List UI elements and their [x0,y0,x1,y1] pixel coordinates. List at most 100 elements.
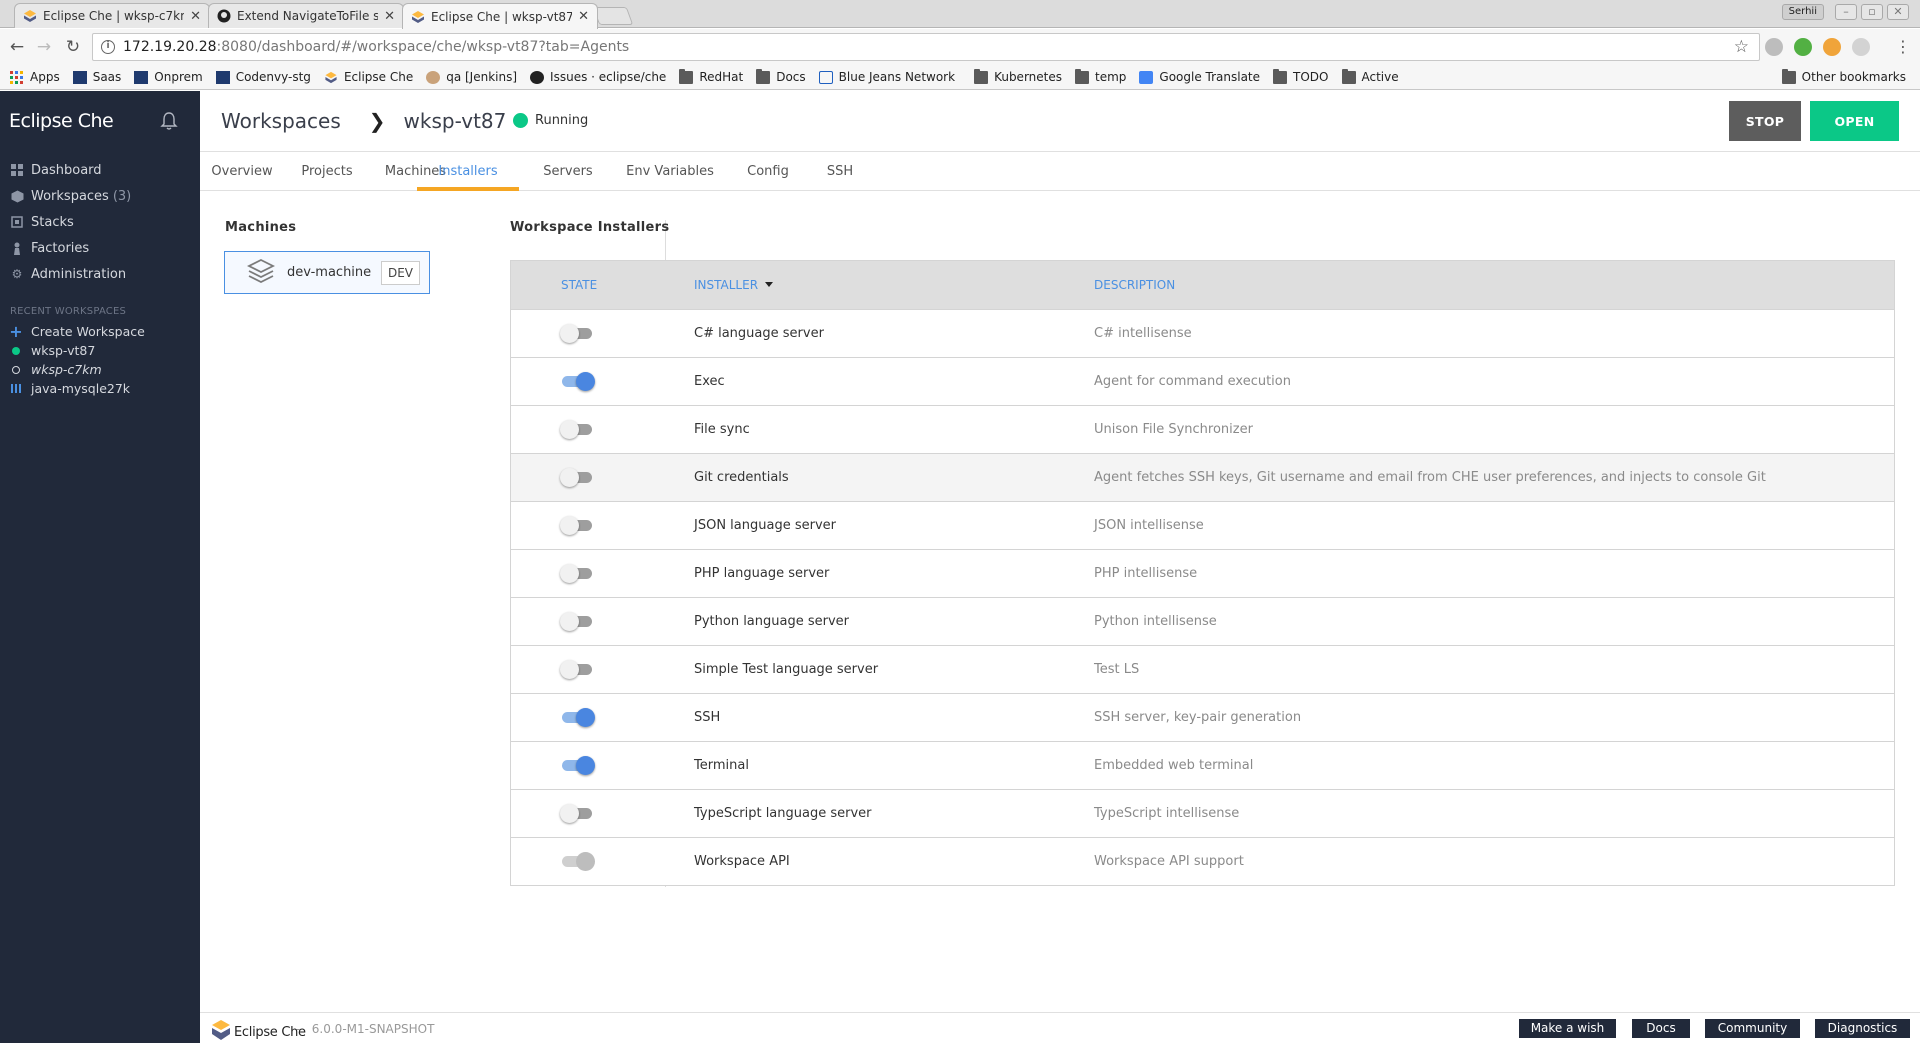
installer-description: Python intellisense [1094,614,1217,629]
installer-toggle-switch[interactable] [562,708,595,727]
bookmark-active[interactable]: Active [1341,68,1399,84]
browser-tab-2[interactable]: Extend NavigateToFile s ✕ [208,3,404,28]
table-row: PHP language server PHP intellisense [511,549,1894,597]
tab-servers[interactable]: Servers [533,153,603,191]
stacks-icon [10,215,24,229]
extension-icon-1[interactable] [1765,38,1783,56]
bookmark-blue-jeans[interactable]: Blue Jeans Network [818,70,955,84]
back-arrow-icon[interactable]: ← [7,37,27,57]
toggle-knob [560,564,579,583]
table-header: STATE INSTALLER DESCRIPTION [511,261,1894,309]
bookmark-kubernetes[interactable]: Kubernetes [974,68,1062,84]
installer-name: TypeScript language server [694,806,872,821]
installer-description: Agent fetches SSH keys, Git username and… [1094,470,1766,485]
bookmark-onprem[interactable]: Onprem [134,70,203,84]
maximize-window-button[interactable]: ▫ [1861,4,1883,20]
docs-button[interactable]: Docs [1632,1019,1690,1038]
recent-workspace-item[interactable]: wksp-c7km [0,360,200,379]
recent-workspaces-list: + Create Workspace wksp-vt87 wksp-c7km j… [0,322,200,398]
installer-toggle-switch[interactable] [562,756,595,775]
tab-installers[interactable]: Installers [417,153,519,191]
machine-item[interactable]: dev-machine DEV [224,251,430,294]
bookmark-eclipse-che[interactable]: Eclipse Che [324,70,413,84]
open-button[interactable]: OPEN [1810,101,1899,141]
installer-toggle-switch[interactable] [560,516,592,535]
stack-layers-icon [246,258,276,288]
recent-workspace-item[interactable]: wksp-vt87 [0,341,200,360]
bookmark-google-translate[interactable]: Google Translate [1139,70,1260,84]
workspace-tabs: Overview Projects Machines Installers Se… [200,153,1920,191]
installer-description: C# intellisense [1094,326,1192,341]
tab-config[interactable]: Config [739,153,797,191]
site-info-icon[interactable]: i [101,40,115,54]
installer-toggle-switch[interactable] [560,468,592,487]
bookmark-todo[interactable]: TODO [1273,68,1329,84]
bookmark-star-icon[interactable]: ☆ [1734,37,1749,57]
stop-button[interactable]: STOP [1729,101,1801,141]
bookmark-temp[interactable]: temp [1075,68,1126,84]
browser-user-badge[interactable]: Serhii [1781,4,1824,20]
bookmark-docs[interactable]: Docs [756,68,806,84]
table-row: Workspace API Workspace API support [511,837,1894,885]
installer-toggle-switch[interactable] [560,660,592,679]
close-tab-icon[interactable]: ✕ [384,9,395,24]
extension-icon-3[interactable] [1823,38,1841,56]
close-tab-icon[interactable]: ✕ [190,9,201,24]
browser-menu-icon[interactable]: ⋮ [1893,37,1913,57]
machine-dev-badge: DEV [380,261,420,285]
bookmark-apps[interactable]: Apps [10,70,60,84]
column-header-description[interactable]: DESCRIPTION [1094,278,1175,292]
sidebar-item-factories[interactable]: Factories [0,235,200,261]
extension-icon-4[interactable] [1852,38,1870,56]
browser-tab-1[interactable]: Eclipse Che | wksp-c7km ✕ [14,3,210,28]
recent-workspace-item[interactable]: java-mysqle27k [0,379,200,398]
sidebar-item-administration[interactable]: ⚙ Administration [0,261,200,287]
installer-toggle-switch [562,852,595,871]
bookmark-redhat[interactable]: RedHat [679,68,743,84]
sidebar-item-stacks[interactable]: Stacks [0,209,200,235]
footer-brand[interactable]: Eclipse Che [211,1019,306,1043]
installer-toggle-switch[interactable] [560,804,592,823]
minimize-window-button[interactable]: – [1835,4,1857,20]
tab-ssh[interactable]: SSH [813,153,867,191]
installer-toggle-switch[interactable] [560,564,592,583]
close-tab-icon[interactable]: ✕ [578,9,589,24]
diagnostics-button[interactable]: Diagnostics [1815,1019,1910,1038]
tab-overview[interactable]: Overview [208,153,276,191]
sidebar-item-dashboard[interactable]: Dashboard [0,157,200,183]
chevron-right-icon: ❯ [368,109,386,133]
column-header-state[interactable]: STATE [561,278,597,292]
installer-toggle-switch[interactable] [560,612,592,631]
new-tab-button[interactable] [592,7,634,25]
create-workspace-link[interactable]: + Create Workspace [0,322,200,341]
browser-tab-3[interactable]: Eclipse Che | wksp-vt87 ✕ [402,3,598,29]
installer-name: Terminal [694,758,749,773]
make-a-wish-button[interactable]: Make a wish [1519,1019,1616,1038]
sidebar-item-workspaces[interactable]: Workspaces (3) [0,183,200,209]
installer-name: JSON language server [694,518,836,533]
forward-arrow-icon[interactable]: → [34,37,54,57]
bell-icon[interactable] [160,111,178,131]
tab-projects[interactable]: Projects [292,153,362,191]
toggle-knob [560,660,579,679]
main-content: Workspaces ❯ wksp-vt87 Running STOP OPEN… [200,91,1920,1043]
bookmark-issues[interactable]: Issues · eclipse/che [530,70,666,84]
address-bar[interactable]: i 172.19.20.28:8080/dashboard/#/workspac… [92,33,1760,61]
reload-icon[interactable]: ↻ [63,37,83,57]
bookmark-codenvy-stg[interactable]: Codenvy-stg [215,70,311,84]
installer-toggle-switch[interactable] [560,324,592,343]
extension-icon-2[interactable] [1794,38,1812,56]
column-header-installer[interactable]: INSTALLER [694,278,774,292]
url-host: 172.19.20.28 [123,39,217,55]
installer-toggle-switch[interactable] [562,372,595,391]
community-button[interactable]: Community [1705,1019,1800,1038]
eclipse-che-favicon-icon [23,9,37,23]
breadcrumb-workspaces-link[interactable]: Workspaces [221,109,341,133]
other-bookmarks[interactable]: Other bookmarks [1781,68,1906,84]
tab-env-variables[interactable]: Env Variables [617,153,723,191]
close-window-button[interactable]: ✕ [1887,4,1909,20]
bookmark-qa-jenkins[interactable]: qa [Jenkins] [426,70,517,84]
eclipse-che-brand[interactable]: Eclipse Che [9,110,114,132]
bookmark-saas[interactable]: Saas [72,70,121,84]
installer-toggle-switch[interactable] [560,420,592,439]
